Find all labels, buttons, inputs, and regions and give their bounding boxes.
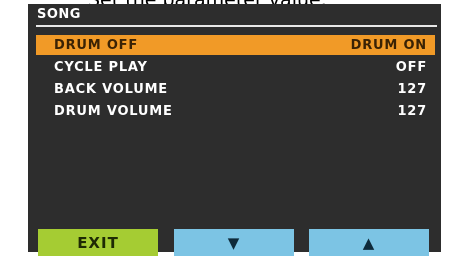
menu-row-cycle-play[interactable]: CYCLE PLAY OFF	[36, 57, 429, 77]
menu-row-value: OFF	[395, 59, 427, 75]
menu-row-value: 127	[397, 103, 427, 119]
menu-row-back-volume[interactable]: BACK VOLUME 127	[36, 79, 429, 99]
lcd-screen: SONG DRUM OFF DRUM ON CYCLE PLAY OFF BAC…	[28, 4, 441, 256]
menu-row-label: BACK VOLUME	[54, 81, 168, 97]
menu-row-drum-volume[interactable]: DRUM VOLUME 127	[36, 101, 429, 121]
menu-row-label: DRUM VOLUME	[54, 103, 173, 119]
menu-row-label: DRUM OFF	[54, 37, 139, 53]
menu-row-label: CYCLE PLAY	[54, 59, 148, 75]
menu-row-drum-off[interactable]: DRUM OFF DRUM ON	[36, 35, 435, 55]
menu-row-value: DRUM ON	[350, 37, 427, 53]
screen-title: SONG	[37, 7, 81, 22]
menu-row-value: 127	[397, 81, 427, 97]
title-divider	[36, 25, 437, 27]
